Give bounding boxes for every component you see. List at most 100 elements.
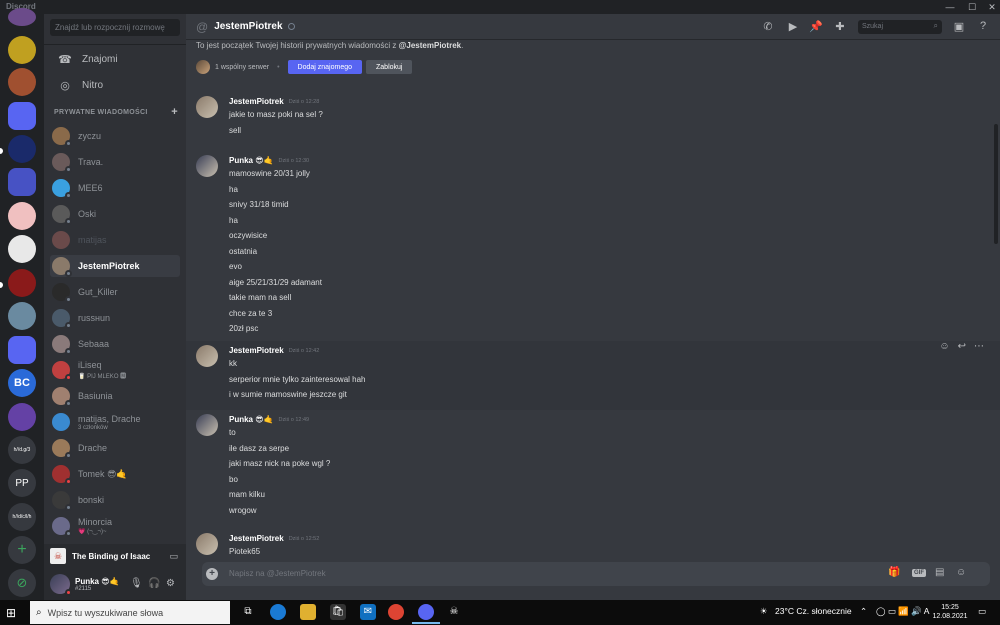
folder-icon[interactable] bbox=[8, 336, 36, 364]
dm-item[interactable]: zyczu bbox=[50, 125, 180, 147]
chrome-icon[interactable] bbox=[388, 604, 404, 620]
tray-chevron-icon[interactable]: ⌃ bbox=[860, 606, 867, 617]
server-icon[interactable] bbox=[8, 102, 36, 130]
gear-icon[interactable]: ⚙ bbox=[166, 578, 175, 589]
gift-icon[interactable]: 🎁 bbox=[888, 567, 900, 578]
message-group[interactable]: JestemPiotrek Dziś o 12:28 jakie to masz p… bbox=[186, 92, 1000, 145]
message-author[interactable]: Punka 😎🤙 Dziś o 12:49 bbox=[229, 415, 309, 424]
avatar[interactable] bbox=[196, 414, 218, 436]
weather-text[interactable]: 23°C Cz. słonecznie bbox=[775, 606, 852, 616]
add-friend-button[interactable]: Dodaj znajomego bbox=[287, 60, 363, 74]
server-icon[interactable] bbox=[8, 8, 36, 26]
server-icon[interactable]: h//d.g/3 bbox=[8, 436, 36, 464]
maximize-button[interactable]: ☐ bbox=[962, 1, 982, 13]
message-group[interactable]: Punka 😎🤙 Dziś o 12:49 to ile dasz za serpe j… bbox=[186, 410, 1000, 525]
screen-share-icon[interactable]: ▭ bbox=[169, 551, 178, 562]
server-icon[interactable] bbox=[8, 235, 36, 263]
weather-icon[interactable]: ☀ bbox=[760, 606, 768, 617]
file-explorer-icon[interactable] bbox=[300, 604, 316, 620]
message-group[interactable]: Punka 😎🤙 Dziś o 12:30 mamoswine 20/31 joll… bbox=[186, 151, 1000, 344]
emoji-icon[interactable]: ☺ bbox=[956, 567, 966, 578]
help-icon[interactable]: ? bbox=[976, 20, 990, 32]
create-dm-button[interactable]: + bbox=[171, 106, 178, 118]
message-author[interactable]: JestemPiotrek Dziś o 12:52 bbox=[229, 534, 319, 543]
message-author[interactable]: JestemPiotrek Dziś o 12:42 bbox=[229, 346, 319, 355]
avatar[interactable] bbox=[50, 574, 72, 596]
taskbar-clock[interactable]: 15:25 12.08.2021 bbox=[930, 603, 970, 621]
mail-icon[interactable]: ✉ bbox=[360, 604, 376, 620]
nav-nitro[interactable]: ◎ Nitro bbox=[50, 74, 180, 96]
dm-item[interactable]: Oski bbox=[50, 203, 180, 225]
dm-item[interactable]: russнun bbox=[50, 307, 180, 329]
nav-friends[interactable]: ☎ Znajomi bbox=[50, 48, 180, 70]
dm-item[interactable]: Minorcia 💗 (¬‿¬)~ bbox=[50, 515, 180, 537]
video-call-icon[interactable]: ▶ bbox=[786, 20, 800, 33]
server-icon[interactable] bbox=[8, 302, 36, 330]
server-icon[interactable]: h//d/c/l/h bbox=[8, 503, 36, 531]
dm-item[interactable]: Basiunia bbox=[50, 385, 180, 407]
server-icon[interactable] bbox=[8, 135, 36, 163]
dm-item[interactable]: bonski bbox=[50, 489, 180, 511]
add-friend-icon[interactable]: ✚ bbox=[833, 20, 847, 33]
explore-servers-button[interactable]: ⊘ bbox=[8, 569, 36, 597]
microphone-icon[interactable]: 🎙 bbox=[130, 578, 143, 589]
block-button[interactable]: Zablokuj bbox=[366, 60, 413, 74]
dm-item[interactable]: matijas, Drache 3 członków bbox=[50, 411, 180, 433]
server-icon[interactable] bbox=[8, 68, 36, 96]
dm-item[interactable]: iLiseq 🥛 PIJ MLEKO 🅼 bbox=[50, 359, 180, 381]
twitch-server-icon[interactable] bbox=[8, 403, 36, 431]
dm-item[interactable]: Sebaaa bbox=[50, 333, 180, 355]
mutual-servers-link[interactable]: 1 wspólny serwer bbox=[215, 64, 269, 71]
discord-taskbar-icon[interactable] bbox=[412, 604, 440, 624]
headphones-icon[interactable]: 🎧 bbox=[148, 578, 160, 589]
game-taskbar-icon[interactable]: ☠ bbox=[446, 604, 462, 620]
search-input[interactable]: Szukaj ⌕ bbox=[858, 20, 942, 34]
avatar[interactable] bbox=[196, 533, 218, 555]
avatar[interactable] bbox=[196, 345, 218, 367]
notifications-icon[interactable]: ▭ bbox=[978, 606, 986, 617]
message-group[interactable]: JestemPiotrek Dziś o 12:52 Piotek65 bbox=[186, 529, 1000, 567]
dm-item[interactable]: matijas bbox=[50, 229, 180, 251]
voice-call-icon[interactable]: ✆ bbox=[761, 20, 775, 33]
server-icon[interactable] bbox=[8, 269, 36, 297]
taskbar-search-input[interactable]: ⌕ Wpisz tu wyszukiwane słowa bbox=[30, 601, 230, 624]
add-server-button[interactable]: + bbox=[8, 536, 36, 564]
reply-icon[interactable]: ↩ bbox=[958, 341, 966, 352]
server-icon[interactable]: PP bbox=[8, 469, 36, 497]
gif-button[interactable]: GIF bbox=[912, 569, 926, 577]
message-group[interactable]: JestemPiotrek Dziś o 12:42 kk serperior mni… bbox=[186, 341, 1000, 410]
dm-item[interactable]: MEE6 bbox=[50, 177, 180, 199]
intro-mention[interactable]: @JestemPiotrek bbox=[399, 41, 462, 50]
dm-item[interactable]: Tomek 😎🤙 bbox=[50, 463, 180, 485]
task-view-icon[interactable]: ⧉ bbox=[240, 604, 256, 620]
dm-item[interactable]: Trava. bbox=[50, 151, 180, 173]
inbox-icon[interactable]: ▣ bbox=[952, 20, 966, 33]
dm-item[interactable]: JestemPiotrek bbox=[50, 255, 180, 277]
now-playing-bar[interactable]: ☠ The Binding of Isaac ▭ bbox=[44, 544, 186, 568]
scrollbar[interactable] bbox=[994, 124, 998, 244]
message-input[interactable]: Napisz na @JestemPiotrek bbox=[229, 569, 326, 578]
avatar[interactable] bbox=[196, 155, 218, 177]
add-reaction-icon[interactable]: ☺ bbox=[939, 341, 949, 352]
edge-icon[interactable] bbox=[270, 604, 286, 620]
server-icon[interactable] bbox=[8, 202, 36, 230]
avatar[interactable] bbox=[196, 96, 218, 118]
dm-item[interactable]: Drache bbox=[50, 437, 180, 459]
server-icon[interactable] bbox=[8, 36, 36, 64]
more-icon[interactable]: ⋯ bbox=[974, 341, 984, 352]
sticker-icon[interactable]: ▤ bbox=[935, 567, 944, 578]
attach-plus-icon[interactable]: + bbox=[206, 568, 218, 580]
windows-start-icon[interactable]: ⊞ bbox=[6, 606, 16, 620]
store-icon[interactable]: 🛍 bbox=[330, 604, 346, 620]
server-icon[interactable] bbox=[8, 168, 36, 196]
message-composer[interactable]: + Napisz na @JestemPiotrek 🎁 GIF ▤ ☺ bbox=[202, 562, 990, 586]
message-author[interactable]: Punka 😎🤙 Dziś o 12:30 bbox=[229, 156, 309, 165]
dm-item[interactable]: Gut_Killer bbox=[50, 281, 180, 303]
message-author[interactable]: JestemPiotrek Dziś o 12:28 bbox=[229, 97, 319, 106]
dm-search-button[interactable]: Znajdź lub rozpocznij rozmowę bbox=[50, 19, 180, 36]
server-icon[interactable]: BC bbox=[8, 369, 36, 397]
tray-icons[interactable]: ◯ ▭ 📶 🔊 A bbox=[876, 606, 929, 617]
minimize-button[interactable]: — bbox=[940, 1, 960, 13]
pin-icon[interactable]: 📌 bbox=[809, 20, 823, 33]
close-button[interactable]: ✕ bbox=[982, 1, 1000, 13]
